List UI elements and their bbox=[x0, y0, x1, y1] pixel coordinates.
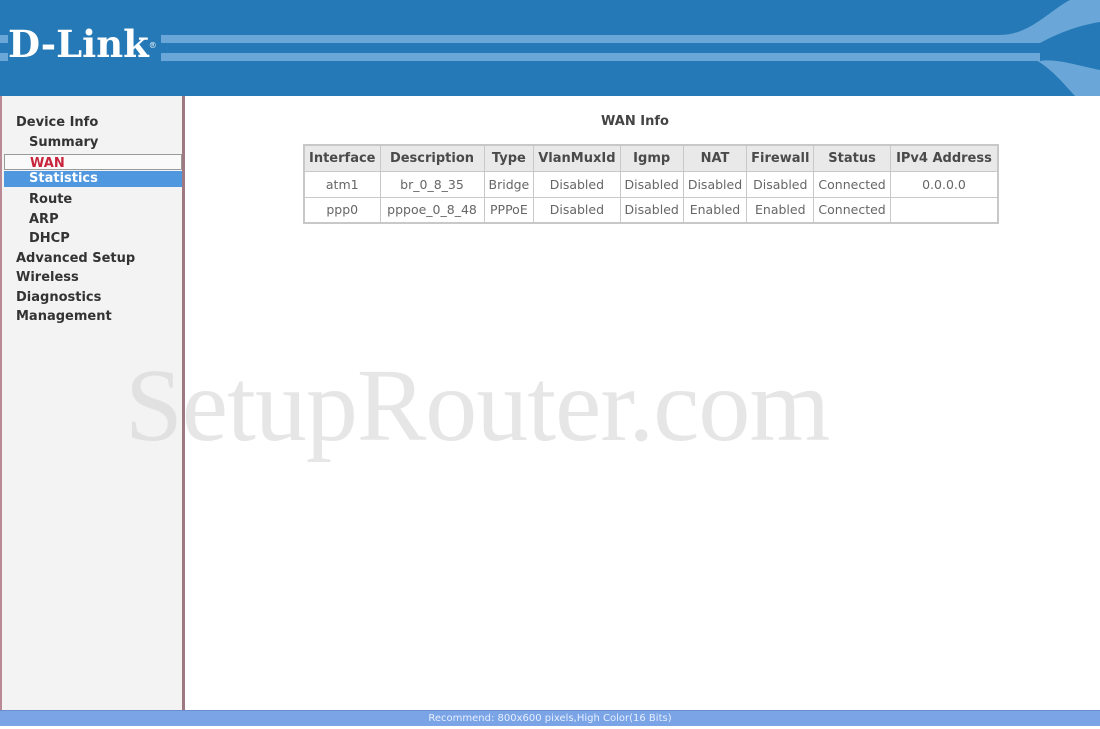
cell-ipv4-address: 0.0.0.0 bbox=[889, 170, 999, 198]
table-header-row: Interface Description Type VlanMuxId Igm… bbox=[303, 144, 999, 172]
table-row: atm1 br_0_8_35 Bridge Disabled Disabled … bbox=[303, 170, 999, 198]
sidebar-item-summary[interactable]: Summary bbox=[2, 133, 182, 153]
cell-description: pppoe_0_8_48 bbox=[379, 196, 485, 224]
cell-nat: Enabled bbox=[682, 196, 748, 224]
sidebar-item-management[interactable]: Management bbox=[2, 307, 182, 327]
footer-recommendation-text: Recommend: 800x600 pixels,High Color(16 … bbox=[428, 713, 672, 724]
cell-status: Connected bbox=[813, 170, 891, 198]
logo-text: D-Link bbox=[8, 22, 149, 66]
cell-igmp: Disabled bbox=[619, 196, 684, 224]
column-header-description: Description bbox=[379, 144, 485, 172]
column-header-vlanmuxid: VlanMuxId bbox=[533, 144, 621, 172]
dlink-logo: D-Link® bbox=[8, 24, 161, 64]
main-content: WAN Info Interface Description Type Vlan… bbox=[185, 96, 1100, 710]
sidebar-item-advanced-setup[interactable]: Advanced Setup bbox=[2, 249, 182, 269]
cell-ipv4-address bbox=[889, 196, 999, 224]
column-header-igmp: Igmp bbox=[619, 144, 684, 172]
sidebar-item-statistics[interactable]: Statistics bbox=[4, 171, 182, 187]
cell-description: br_0_8_35 bbox=[379, 170, 485, 198]
column-header-ipv4-address: IPv4 Address bbox=[889, 144, 999, 172]
sidebar-item-route[interactable]: Route bbox=[2, 190, 182, 210]
page-title: WAN Info bbox=[601, 114, 669, 129]
cell-vlanmuxid: Disabled bbox=[533, 196, 621, 224]
cell-vlanmuxid: Disabled bbox=[533, 170, 621, 198]
cell-type: Bridge bbox=[483, 170, 535, 198]
column-header-interface: Interface bbox=[303, 144, 381, 172]
sidebar-item-wireless[interactable]: Wireless bbox=[2, 268, 182, 288]
column-header-firewall: Firewall bbox=[746, 144, 815, 172]
column-header-type: Type bbox=[483, 144, 535, 172]
footer-bar: Recommend: 800x600 pixels,High Color(16 … bbox=[0, 710, 1100, 726]
cell-nat: Disabled bbox=[682, 170, 748, 198]
sidebar-nav: Device Info Summary WAN Statistics Route… bbox=[2, 113, 182, 327]
cell-type: PPPoE bbox=[483, 196, 535, 224]
sidebar-item-wan[interactable]: WAN bbox=[4, 154, 182, 171]
registered-mark: ® bbox=[148, 41, 157, 50]
table-row: ppp0 pppoe_0_8_48 PPPoE Disabled Disable… bbox=[303, 196, 999, 224]
cell-firewall: Enabled bbox=[746, 196, 815, 224]
cell-interface: ppp0 bbox=[303, 196, 381, 224]
column-header-status: Status bbox=[813, 144, 891, 172]
sidebar-item-device-info[interactable]: Device Info bbox=[2, 113, 182, 133]
cell-status: Connected bbox=[813, 196, 891, 224]
header-banner: D-Link® bbox=[0, 0, 1100, 96]
header-swoosh-graphic bbox=[960, 0, 1100, 96]
sidebar: Device Info Summary WAN Statistics Route… bbox=[0, 96, 185, 710]
cell-igmp: Disabled bbox=[619, 170, 684, 198]
wan-info-table: Interface Description Type VlanMuxId Igm… bbox=[303, 144, 1000, 224]
sidebar-item-dhcp[interactable]: DHCP bbox=[2, 229, 182, 249]
column-header-nat: NAT bbox=[682, 144, 748, 172]
sidebar-item-arp[interactable]: ARP bbox=[2, 210, 182, 230]
cell-firewall: Disabled bbox=[746, 170, 815, 198]
sidebar-item-diagnostics[interactable]: Diagnostics bbox=[2, 288, 182, 308]
cell-interface: atm1 bbox=[303, 170, 381, 198]
